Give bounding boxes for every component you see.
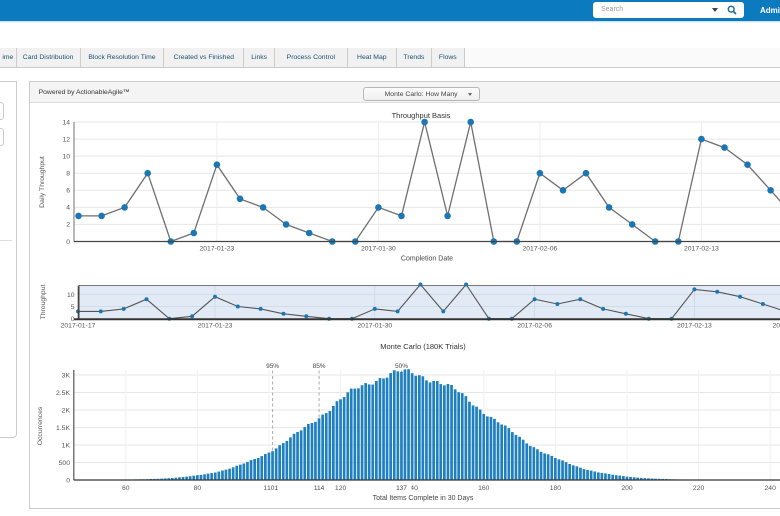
svg-text:120: 120 <box>335 485 347 492</box>
svg-text:2017-01-30: 2017-01-30 <box>361 246 396 253</box>
svg-text:160: 160 <box>478 485 490 492</box>
svg-text:101: 101 <box>267 485 278 492</box>
svg-text:3K: 3K <box>62 372 71 379</box>
svg-text:85%: 85% <box>313 363 326 370</box>
svg-text:0: 0 <box>66 477 70 484</box>
svg-text:10: 10 <box>62 153 70 160</box>
svg-text:2K: 2K <box>62 407 71 414</box>
svg-text:2017-01-23: 2017-01-23 <box>200 246 235 253</box>
svg-text:500: 500 <box>59 460 71 467</box>
svg-text:114: 114 <box>314 485 325 492</box>
svg-text:12: 12 <box>62 136 70 143</box>
svg-text:14: 14 <box>62 119 70 126</box>
svg-text:180: 180 <box>550 485 562 492</box>
svg-text:2.5K: 2.5K <box>56 390 70 397</box>
svg-text:Throughput Basis: Throughput Basis <box>392 111 451 120</box>
svg-text:Throughput: Throughput <box>40 285 47 320</box>
svg-text:137: 137 <box>396 485 407 492</box>
svg-text:220: 220 <box>693 485 705 492</box>
svg-text:10: 10 <box>67 292 75 299</box>
svg-text:2017-02-06: 2017-02-06 <box>523 246 558 253</box>
svg-text:95%: 95% <box>266 363 279 370</box>
svg-text:240: 240 <box>765 485 777 492</box>
svg-text:5: 5 <box>71 304 75 311</box>
svg-text:Occurrences: Occurrences <box>37 406 44 445</box>
svg-text:2017-02-13: 2017-02-13 <box>684 246 719 253</box>
svg-text:2017-02-13: 2017-02-13 <box>677 323 712 330</box>
svg-text:200: 200 <box>621 485 633 492</box>
svg-text:Completion Date: Completion Date <box>401 256 453 263</box>
svg-text:Daily Throughput: Daily Throughput <box>39 156 46 208</box>
svg-text:6: 6 <box>66 188 70 195</box>
svg-text:50%: 50% <box>395 363 408 370</box>
svg-text:Monte Carlo (180K Trials): Monte Carlo (180K Trials) <box>380 342 466 351</box>
svg-text:8: 8 <box>66 171 70 178</box>
svg-text:60: 60 <box>122 485 130 492</box>
svg-text:4: 4 <box>66 205 70 212</box>
svg-text:20: 20 <box>773 323 780 330</box>
svg-text:0: 0 <box>66 239 70 246</box>
svg-text:2017-01-23: 2017-01-23 <box>198 323 233 330</box>
svg-text:2: 2 <box>66 222 70 229</box>
svg-text:2017-01-30: 2017-01-30 <box>357 323 392 330</box>
svg-text:2017-02-06: 2017-02-06 <box>517 323 552 330</box>
svg-text:1K: 1K <box>62 442 71 449</box>
svg-text:80: 80 <box>194 485 202 492</box>
svg-text:Total Items Complete in 30 Day: Total Items Complete in 30 Days <box>373 495 474 502</box>
svg-text:2017-01-17: 2017-01-17 <box>61 323 96 330</box>
svg-text:1.5K: 1.5K <box>56 425 70 432</box>
